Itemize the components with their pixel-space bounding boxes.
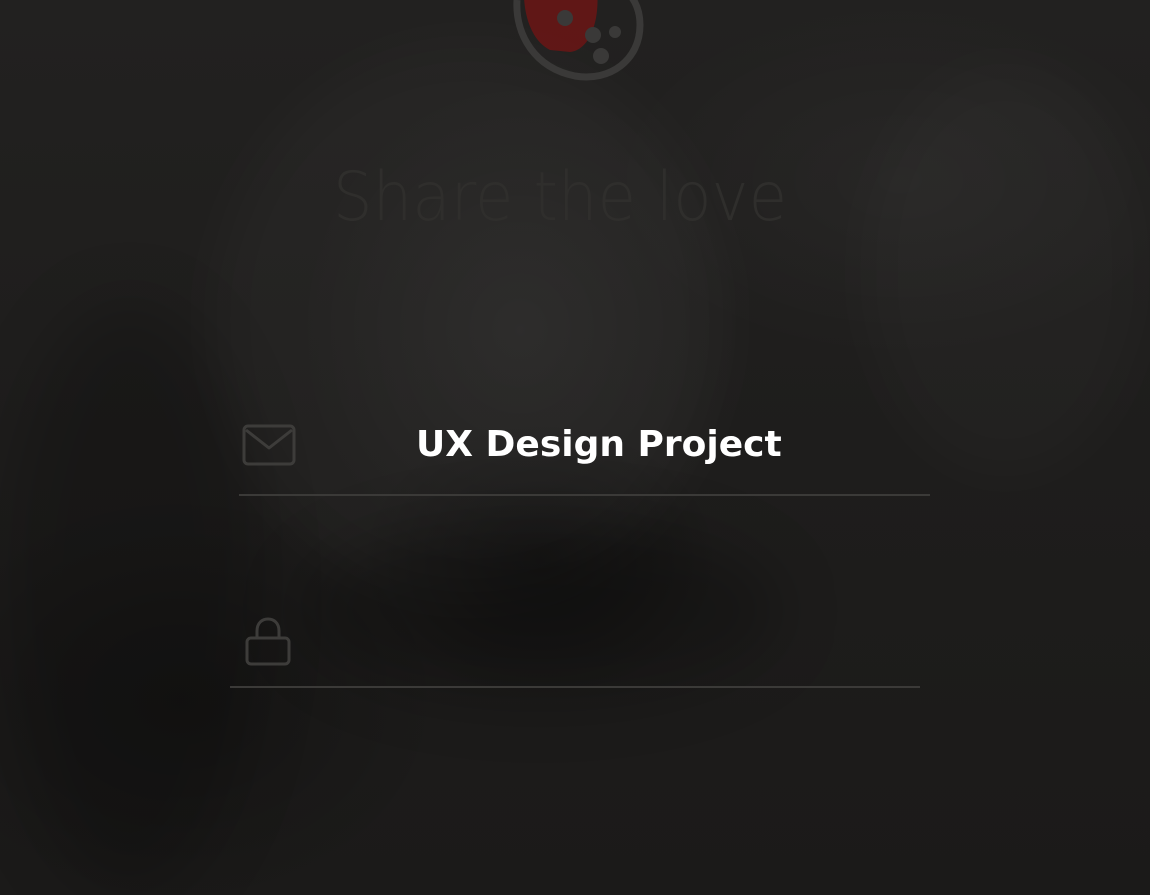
palette-logo-icon [513,0,644,81]
mail-icon [242,424,296,466]
email-field-underline [239,494,930,496]
login-screen: Share the love UX Design Project [0,0,1150,895]
background-photo-highlight [210,40,730,600]
page-title: Share the love [332,158,788,237]
email-input[interactable]: UX Design Project [416,424,782,465]
lock-icon [245,617,291,666]
password-input[interactable] [320,624,900,664]
password-field-underline [230,686,920,688]
background-photo-shadow [0,300,260,895]
background-photo-shadow [300,520,780,700]
background-photo-highlight [860,60,1150,480]
